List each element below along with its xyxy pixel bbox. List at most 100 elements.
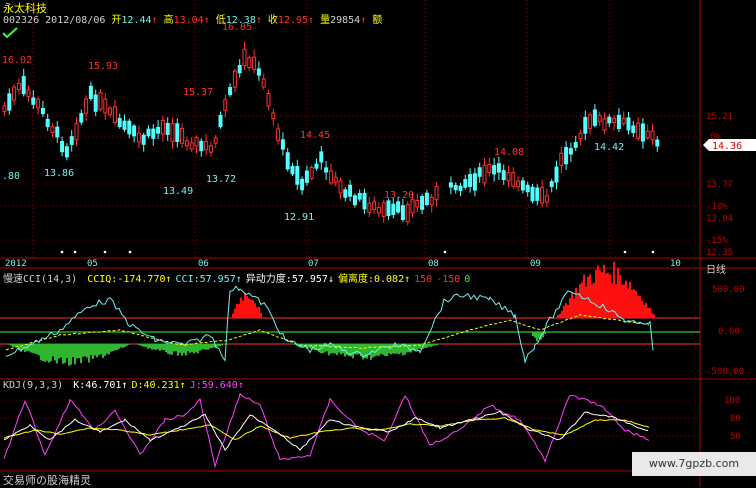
deviation-bar xyxy=(56,344,58,363)
deviation-bar xyxy=(36,344,38,354)
deviation-bar xyxy=(169,344,171,355)
deviation-bar xyxy=(223,344,225,345)
candle xyxy=(397,202,400,212)
candle xyxy=(305,171,308,182)
candle xyxy=(214,138,217,143)
candle xyxy=(22,77,25,94)
deviation-bar xyxy=(532,332,534,336)
deviation-bar xyxy=(157,344,159,349)
candle xyxy=(478,168,481,177)
deviation-bar xyxy=(205,344,207,350)
deviation-bar xyxy=(143,344,145,347)
deviation-bar xyxy=(579,284,581,318)
deviation-bar xyxy=(366,344,368,359)
deviation-bar xyxy=(147,344,149,349)
deviation-bar xyxy=(356,344,358,354)
cci-item: 150 xyxy=(414,274,432,285)
candle xyxy=(459,186,462,190)
deviation-bar xyxy=(195,344,197,352)
deviation-bar xyxy=(114,344,116,350)
low-label: 低 xyxy=(216,15,226,26)
svg-text:14.36: 14.36 xyxy=(712,141,742,152)
deviation-bar xyxy=(601,272,603,318)
deviation-bar xyxy=(416,344,418,350)
candle xyxy=(128,121,131,134)
candle xyxy=(296,167,299,185)
open-label: 开 xyxy=(111,15,121,26)
candle xyxy=(632,126,635,133)
candle xyxy=(65,147,68,157)
candle xyxy=(200,141,203,150)
period-label[interactable]: 日线 xyxy=(706,261,726,276)
axis-tick: 80 xyxy=(730,414,741,424)
candle xyxy=(75,124,78,140)
cci-item: 异动力度:57.957↓ xyxy=(246,274,334,285)
candle xyxy=(541,187,544,203)
x-tick: 07 xyxy=(308,259,319,269)
deviation-bar xyxy=(10,344,12,346)
deviation-bar xyxy=(565,303,567,318)
candle xyxy=(392,204,395,214)
candle xyxy=(469,175,472,187)
candle xyxy=(171,124,174,142)
candle xyxy=(181,128,184,143)
deviation-bar xyxy=(653,314,655,318)
kdj-name: KDJ(9,3,3) xyxy=(3,380,63,391)
candle xyxy=(195,137,198,145)
deviation-bar xyxy=(197,344,199,353)
x-tick: 06 xyxy=(198,259,209,269)
deviation-bar xyxy=(559,314,561,318)
deviation-bar xyxy=(68,344,70,366)
candle xyxy=(253,57,256,69)
deviation-bar xyxy=(98,344,100,355)
axis-tick: -10% xyxy=(706,202,728,212)
candle xyxy=(286,153,289,169)
candle xyxy=(521,181,524,190)
candle xyxy=(310,168,313,179)
deviation-bar xyxy=(74,344,76,364)
deviation-bar xyxy=(122,344,124,348)
deviation-bar xyxy=(536,332,538,341)
deviation-bar xyxy=(163,344,165,350)
candle xyxy=(262,79,265,87)
deviation-bar xyxy=(240,298,242,318)
deviation-bar xyxy=(242,300,244,318)
deviation-bar xyxy=(394,344,396,354)
candle xyxy=(560,153,563,165)
deviation-bar xyxy=(252,300,254,318)
candle xyxy=(493,166,496,174)
candle xyxy=(411,199,414,213)
candle xyxy=(142,135,145,144)
price-label: 13.86 xyxy=(44,168,74,179)
deviation-bar xyxy=(434,344,436,345)
kdj-item: K:46.701↑ xyxy=(73,380,127,391)
candle xyxy=(3,106,6,112)
deviation-bar xyxy=(635,291,637,318)
deviation-bar xyxy=(585,287,587,318)
axis-tick: -15% xyxy=(706,236,728,246)
deviation-bar xyxy=(436,344,438,345)
candle xyxy=(123,121,126,129)
deviation-bar xyxy=(86,344,88,358)
candle xyxy=(166,124,169,135)
candle xyxy=(137,133,140,142)
deviation-bar xyxy=(382,344,384,355)
candle xyxy=(656,140,659,146)
deviation-bar xyxy=(605,273,607,318)
axis-tick: 500.00 xyxy=(712,285,745,295)
deviation-bar xyxy=(621,285,623,318)
candle xyxy=(301,179,304,189)
deviation-bar xyxy=(575,288,577,318)
deviation-bar xyxy=(238,304,240,318)
deviation-bar xyxy=(430,344,432,347)
deviation-bar xyxy=(52,344,54,356)
cci-axis: 500.00 0.00 -500.00 xyxy=(706,285,745,377)
deviation-bar xyxy=(617,268,619,318)
open-value: 12.44 xyxy=(121,15,151,26)
deviation-bar xyxy=(120,344,122,347)
deviation-bar xyxy=(78,344,80,358)
candle xyxy=(205,142,208,150)
deviation-bar xyxy=(203,344,205,349)
chart-canvas[interactable]: 16.0215.9316.8515.3714.4514.0813.20.8013… xyxy=(0,0,756,487)
deviation-bar xyxy=(82,344,84,357)
